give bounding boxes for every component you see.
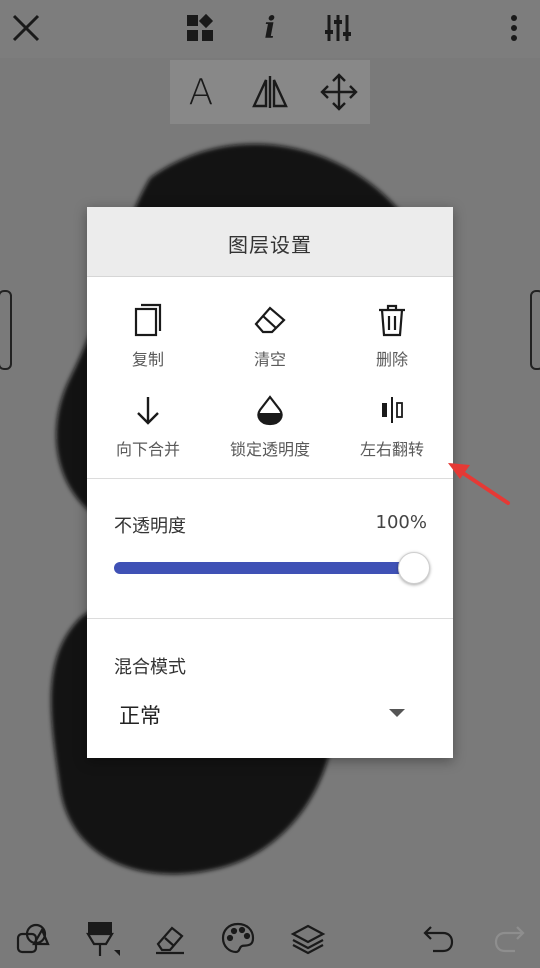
close-icon[interactable]: [6, 8, 46, 48]
info-icon[interactable]: i: [250, 8, 290, 48]
copy-button[interactable]: 复制: [87, 300, 209, 380]
lock-transparency-label: 锁定透明度: [229, 440, 310, 459]
flip-icon[interactable]: [250, 72, 290, 112]
redo-icon: [490, 918, 530, 958]
opacity-slider-track[interactable]: [114, 562, 414, 574]
opacity-slider-thumb[interactable]: [398, 552, 430, 584]
bottom-toolbar: [0, 900, 540, 968]
arrow-down-icon: [128, 390, 168, 430]
dialog-title: 图层设置: [228, 233, 312, 257]
shapes-icon[interactable]: [12, 918, 52, 958]
delete-label: 删除: [375, 350, 408, 369]
clear-label: 清空: [253, 350, 286, 369]
blend-mode-label: 混合模式: [114, 657, 186, 678]
blend-mode-value: 正常: [119, 704, 161, 728]
merge-down-label: 向下合并: [115, 440, 180, 459]
flip-horizontal-button[interactable]: 左右翻转: [331, 390, 453, 470]
top-toolbar: i: [0, 0, 540, 58]
copy-icon: [128, 300, 168, 340]
lock-transparency-button[interactable]: 锁定透明度: [209, 390, 331, 470]
merge-down-button[interactable]: 向下合并: [87, 390, 209, 470]
widgets-icon[interactable]: [180, 8, 220, 48]
divider: [87, 478, 453, 479]
opacity-label: 不透明度: [114, 516, 186, 537]
left-panel-handle[interactable]: [0, 290, 12, 370]
transform-toolbar: A: [170, 60, 370, 124]
opacity-value: 100%: [375, 512, 427, 533]
divider: [87, 618, 453, 619]
layer-settings-dialog: 图层设置 复制 清空 删除 向下合并 锁定透明度 左右翻转 不透明度 100% …: [87, 207, 453, 758]
flip-horizontal-label: 左右翻转: [359, 440, 424, 459]
undo-icon[interactable]: [418, 918, 458, 958]
blend-mode-select[interactable]: 正常: [105, 693, 435, 733]
brush-icon[interactable]: [80, 918, 120, 958]
eraser-icon: [250, 300, 290, 340]
flip-horizontal-icon: [372, 390, 412, 430]
drop-icon: [250, 390, 290, 430]
more-vertical-icon[interactable]: [494, 8, 534, 48]
dropdown-triangle-icon: [389, 709, 405, 717]
clear-button[interactable]: 清空: [209, 300, 331, 380]
dialog-header: 图层设置: [87, 207, 453, 277]
eraser-icon[interactable]: [150, 918, 190, 958]
delete-button[interactable]: 删除: [331, 300, 453, 380]
trash-icon: [372, 300, 412, 340]
text-icon[interactable]: A: [181, 72, 221, 113]
palette-icon[interactable]: [218, 918, 258, 958]
layers-icon[interactable]: [288, 918, 328, 958]
right-panel-handle[interactable]: [530, 290, 540, 370]
adjust-sliders-icon[interactable]: [318, 8, 358, 48]
move-icon[interactable]: [319, 72, 359, 112]
annotation-arrow-icon: [440, 455, 516, 511]
copy-label: 复制: [131, 350, 164, 369]
